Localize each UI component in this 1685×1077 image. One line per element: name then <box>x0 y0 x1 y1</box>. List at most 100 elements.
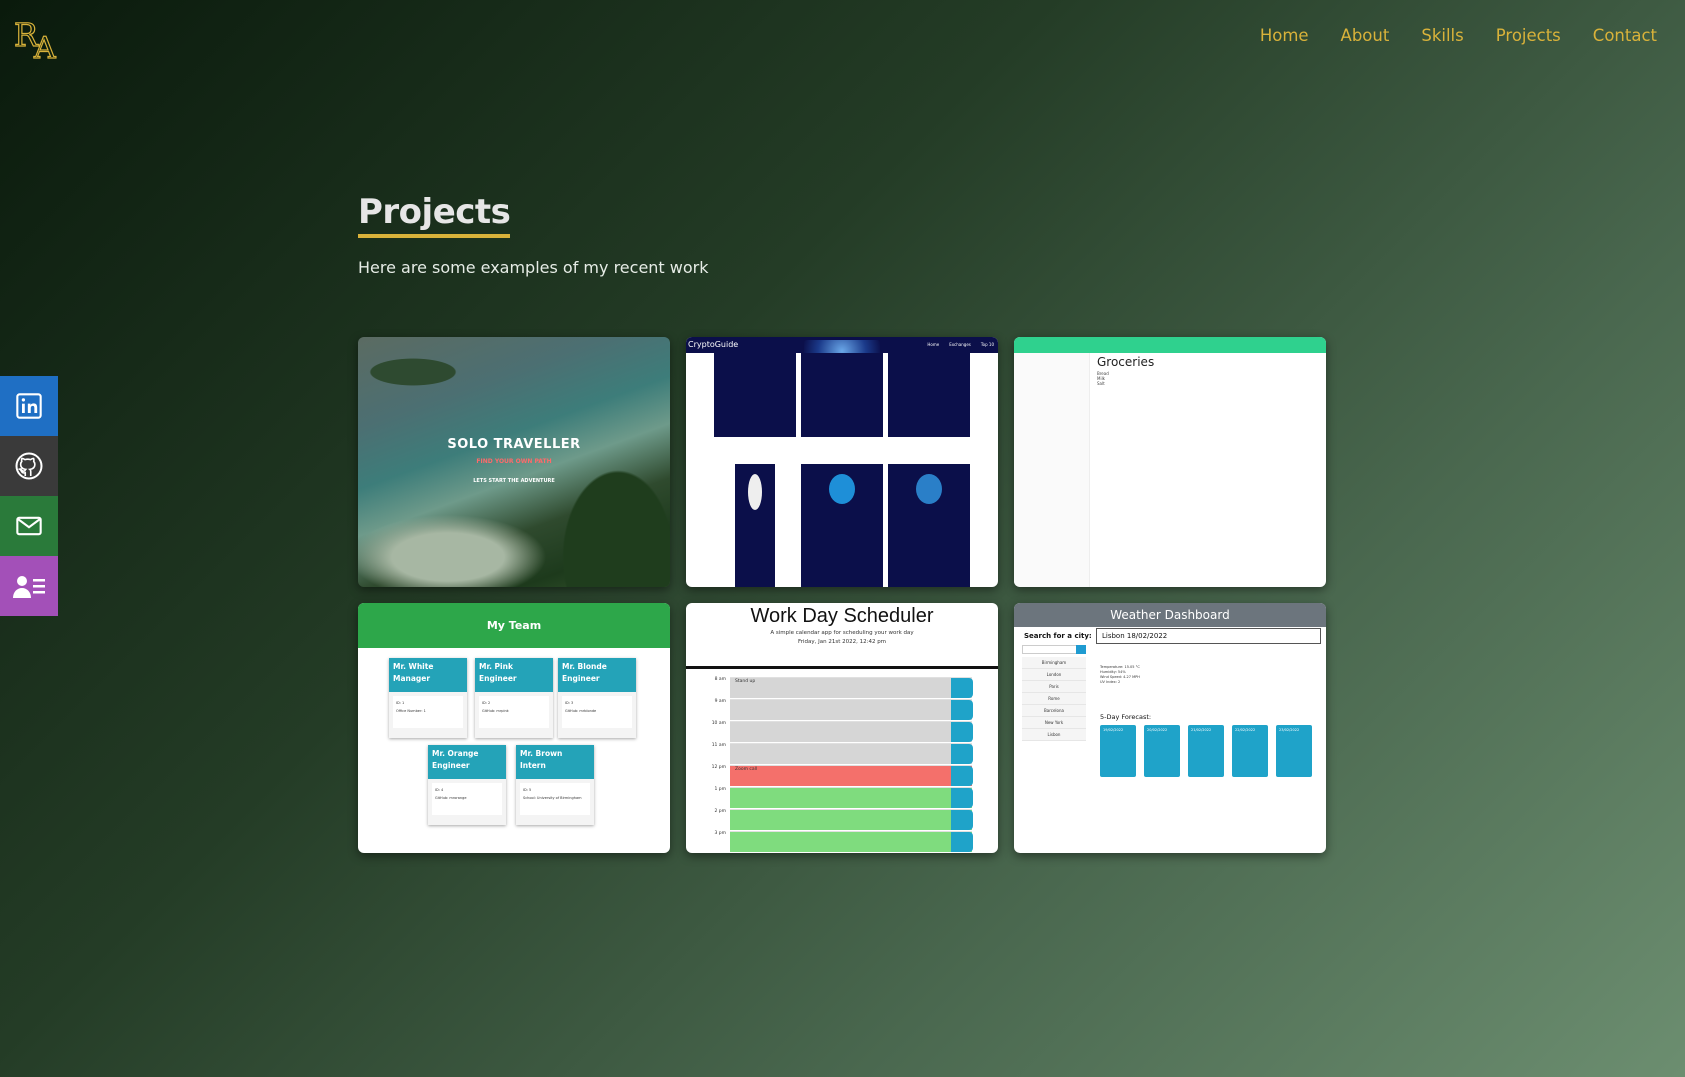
preview-nav-item: Exchanges <box>949 342 971 347</box>
hour-label: 12 pm <box>711 765 726 770</box>
member-extra: Office Number: 1 <box>396 709 426 713</box>
hour-row-present <box>730 765 972 786</box>
city-item: New York <box>1022 717 1086 729</box>
forecast-date: 22/02/2022 <box>1235 728 1256 732</box>
projects-grid: SOLO TRAVELLER FIND YOUR OWN PATH LETS S… <box>358 337 1326 853</box>
member-details: ID: 4 GitHub: mrorange <box>432 783 502 815</box>
forecast-card: 22/02/2022 <box>1232 725 1268 777</box>
linkedin-icon <box>16 393 42 419</box>
search-label: Search for a city: <box>1024 632 1092 640</box>
member-role: Engineer <box>562 674 600 683</box>
city-item: Lisbon <box>1022 729 1086 741</box>
project-card-solo-traveller[interactable]: SOLO TRAVELLER FIND YOUR OWN PATH LETS S… <box>358 337 670 587</box>
save-button <box>951 832 973 852</box>
main-nav: Home About Skills Projects Contact <box>1260 26 1657 45</box>
member-extra: GitHub: mrpink <box>482 709 509 713</box>
preview-nav-item: Top 10 <box>980 342 994 347</box>
project-card-groceries[interactable]: Groceries Bread Milk Salt <box>1014 337 1326 587</box>
member-details: ID: 5 School: University of Birmingham <box>520 783 590 815</box>
section-heading: Projects <box>358 192 511 238</box>
search-button <box>1076 645 1086 654</box>
forecast-card: 20/02/2022 <box>1144 725 1180 777</box>
email-link[interactable] <box>0 496 58 556</box>
member-header: Mr. Orange Engineer <box>428 745 506 779</box>
hour-row-past <box>730 721 972 742</box>
hour-label: 2 pm <box>714 809 726 814</box>
github-link[interactable] <box>0 436 58 496</box>
forecast-card: 23/02/2022 <box>1276 725 1312 777</box>
page-subtitle: Here are some examples of my recent work <box>358 258 709 277</box>
preview-panel <box>801 464 883 587</box>
member-details: ID: 2 GitHub: mrpink <box>479 696 549 728</box>
project-preview-tagline: FIND YOUR OWN PATH <box>476 458 552 465</box>
preview-brand: CryptoGuide <box>688 340 739 349</box>
member-role: Engineer <box>432 761 470 770</box>
nav-home[interactable]: Home <box>1260 26 1309 45</box>
hour-row-past <box>730 699 972 720</box>
preview-date: Friday, Jan 21st 2022, 12:42 pm <box>797 639 887 645</box>
member-extra: School: University of Birmingham <box>523 796 582 800</box>
save-button <box>951 722 973 742</box>
learn-icon <box>916 474 942 504</box>
member-id: ID: 5 <box>523 788 532 792</box>
logo[interactable]: R A <box>13 15 66 66</box>
member-header: Mr. Pink Engineer <box>475 658 553 692</box>
hour-label: 3 pm <box>714 831 726 836</box>
forecast-card: 21/02/2022 <box>1188 725 1224 777</box>
nav-projects[interactable]: Projects <box>1496 26 1561 45</box>
svg-text:A: A <box>33 31 56 60</box>
linkedin-link[interactable] <box>0 376 58 436</box>
nav-contact[interactable]: Contact <box>1593 26 1657 45</box>
github-icon <box>15 452 43 480</box>
member-name: Mr. White <box>393 662 434 671</box>
hour-row-past <box>730 677 972 698</box>
page-title: Projects <box>358 192 511 238</box>
preview-sidebar <box>1014 353 1090 587</box>
member-header: Mr. Brown Intern <box>516 745 594 779</box>
search-input: Lisbon <box>1022 645 1084 662</box>
nav-about[interactable]: About <box>1341 26 1390 45</box>
member-role: Manager <box>393 674 431 683</box>
project-card-work-day-scheduler[interactable]: Work Day Scheduler A simple calendar app… <box>686 603 998 853</box>
save-button <box>951 678 973 698</box>
project-card-weather-dashboard[interactable]: Weather Dashboard Search for a city: Lis… <box>1014 603 1326 853</box>
list-item: Salt <box>1097 381 1105 386</box>
current-city: Lisbon 18/02/2022 <box>1096 628 1321 644</box>
resume-icon <box>13 576 45 598</box>
event-text: Stand up <box>735 679 756 684</box>
forecast-heading: 5-Day Forecast: <box>1100 713 1152 721</box>
hour-label: 10 am <box>711 721 726 726</box>
member-details: ID: 1 Office Number: 1 <box>393 696 463 728</box>
member-extra: GitHub: mrorange <box>435 796 467 800</box>
project-card-crypto-guide[interactable]: CryptoGuide Home Exchanges Top 10 <box>686 337 998 587</box>
preview-panel <box>735 464 775 587</box>
nav-skills[interactable]: Skills <box>1421 26 1463 45</box>
forecast-date: 23/02/2022 <box>1279 728 1300 732</box>
project-preview-cta: LETS START THE ADVENTURE <box>473 478 555 484</box>
ethereum-icon <box>748 474 762 510</box>
city-history: Birmingham London Paris Rome Barcelona N… <box>1022 657 1086 741</box>
hour-row-future <box>730 831 972 852</box>
detail-line: UV Index: 2 <box>1100 680 1121 684</box>
logo-mark: R A <box>13 15 56 66</box>
save-button <box>951 788 973 808</box>
forecast-date: 21/02/2022 <box>1191 728 1212 732</box>
preview-topbar <box>1014 337 1326 353</box>
member-role: Engineer <box>479 674 517 683</box>
preview-panel <box>801 353 883 437</box>
preview-title: Groceries <box>1097 355 1155 369</box>
city-item: Birmingham <box>1022 657 1086 669</box>
project-card-my-team[interactable]: My Team Mr. White Manager ID: 1 Office Num… <box>358 603 670 853</box>
member-name: Mr. Blonde <box>562 662 607 671</box>
save-button <box>951 700 973 720</box>
member-header: Mr. Blonde Engineer <box>558 658 636 692</box>
mail-icon <box>16 516 42 536</box>
member-name: Mr. Orange <box>432 749 479 758</box>
preview-description: A simple calendar app for scheduling you… <box>770 630 914 636</box>
resume-link[interactable] <box>0 556 58 616</box>
project-preview-title: SOLO TRAVELLER <box>447 437 581 452</box>
preview-header: My Team <box>358 603 670 648</box>
preview-panel <box>888 353 970 437</box>
member-id: ID: 3 <box>565 701 574 705</box>
member-id: ID: 1 <box>396 701 405 705</box>
